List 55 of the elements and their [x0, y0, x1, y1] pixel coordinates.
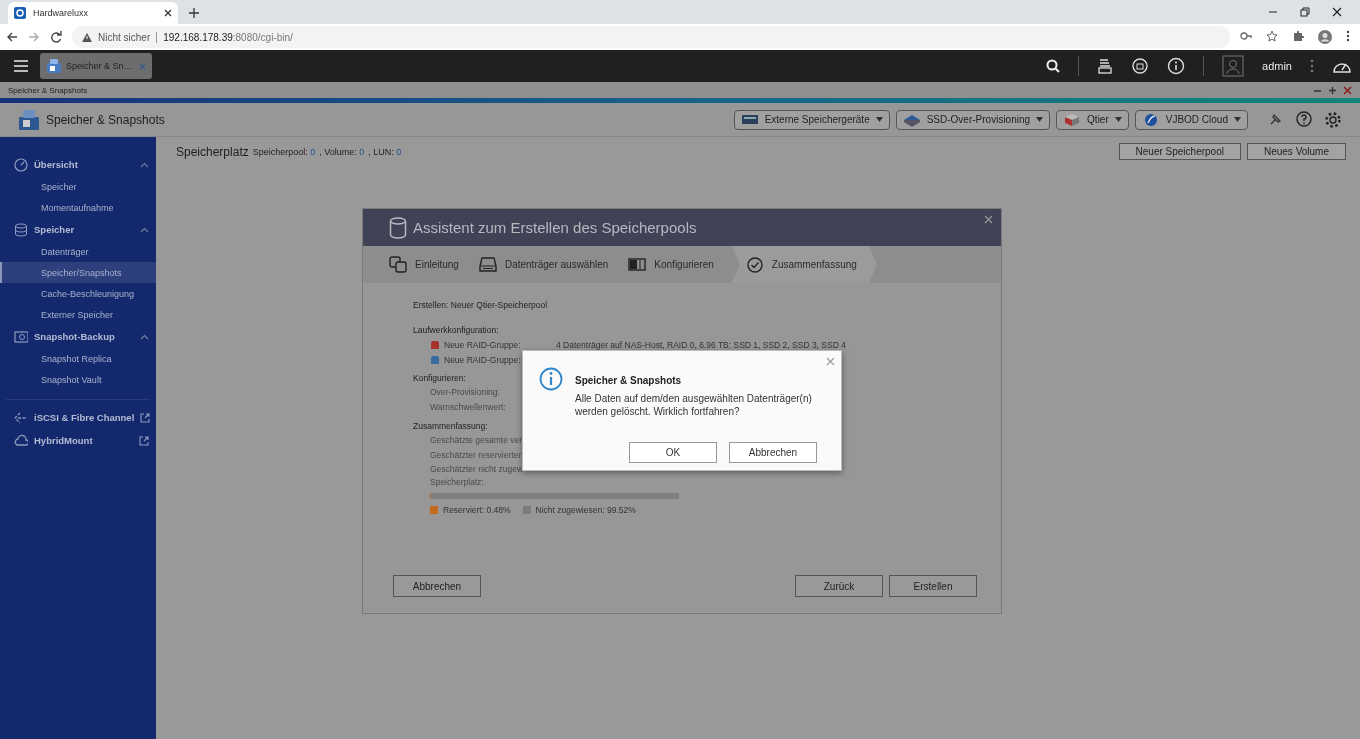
summary-text: Erstellen: Neuer Qtier-Speicherpool	[413, 298, 548, 312]
wizard-step[interactable]: Konfigurieren	[626, 246, 732, 283]
toolbar-dropdown[interactable]: VJBOD Cloud	[1134, 109, 1248, 130]
sidebar-item[interactable]: Datenträger	[0, 241, 156, 262]
section-heading: Zusammenfassung:	[413, 419, 488, 433]
stat-text: , LUN: 0	[368, 146, 402, 157]
browser-tab[interactable]: Hardwareluxx	[8, 2, 178, 24]
cancel-button[interactable]: Abbrechen	[393, 575, 481, 597]
wizard-step[interactable]: Datenträger auswählen	[476, 246, 627, 283]
alert-message: Alle Daten auf dem/den ausgewählten Datenträger(n) werden gelöscht. Wirklich fortfahren?	[575, 392, 813, 418]
section-heading: Konfigurieren:	[413, 371, 466, 385]
sidebar-group[interactable]: Snapshot-Backup	[0, 325, 156, 348]
url-text: 192.168.178.39:8080/cgi-bin/	[163, 31, 293, 43]
sidebar-item[interactable]: Speicher/Snapshots	[0, 262, 156, 283]
dialog-button[interactable]: Zurück	[795, 575, 883, 597]
app-title: Speicher & Snapshots	[46, 112, 165, 127]
sidebar-item[interactable]: Momentaufnahme	[0, 197, 156, 218]
field-label: Geschätzte gesamte ver	[429, 434, 523, 447]
sidebar-group[interactable]: Übersicht	[0, 153, 156, 176]
dialog-title: Assistent zum Erstellen des Speicherpools	[413, 219, 697, 236]
sidebar-item[interactable]: Externer Speicher	[0, 304, 156, 325]
sidebar-group[interactable]: Speicher	[0, 218, 156, 241]
alert-title: Speicher & Snapshots	[575, 375, 683, 386]
address-bar[interactable]: Nicht sicher 192.168.178.39:8080/cgi-bin/	[72, 26, 1230, 48]
toolbar-dropdown[interactable]: Externe Speichergeräte	[733, 109, 890, 130]
dialog-button[interactable]: Erstellen	[889, 575, 977, 597]
page-heading: Speicherplatz	[176, 144, 249, 159]
sidebar-group[interactable]: iSCSI & Fibre Channel	[0, 406, 156, 429]
action-button[interactable]: Neuer Speicherpool	[1118, 143, 1241, 160]
sidebar-group[interactable]: HybridMount	[0, 429, 156, 452]
field-label: Neue RAID-Gruppe:	[444, 339, 521, 350]
sidebar-item[interactable]: Cache-Beschleunigung	[0, 283, 156, 304]
field-value: 4 Datenträger auf NAS-Host, RAID 0, 6.96 TB: SSD 1, SSD 2, SSD 3, SSD 4	[556, 339, 846, 350]
security-warning[interactable]: Nicht sicher	[98, 31, 158, 43]
sidebar-item[interactable]: Snapshot Vault	[0, 369, 156, 390]
toolbar-dropdown[interactable]: SSD-Over-Provisioning	[895, 109, 1051, 130]
dialog-button[interactable]: OK	[629, 442, 717, 463]
section-heading: Laufwerkkonfiguration:	[413, 323, 499, 337]
field-label: Geschätzter reservierter	[429, 449, 522, 462]
wizard-step[interactable]: Einleitung	[387, 246, 477, 283]
wizard-step[interactable]: Zusammenfassung	[731, 246, 877, 283]
stat-text: Speicherpool: 0	[252, 146, 316, 157]
toolbar-dropdown[interactable]: Qtier	[1056, 109, 1129, 130]
dialog-button[interactable]: Abbrechen	[729, 442, 817, 463]
user-menu[interactable]: admin	[1262, 60, 1292, 72]
field-label: Over-Provisioning:	[429, 386, 500, 399]
field-label: Neue RAID-Gruppe:	[444, 354, 521, 365]
legend-label: Reserviert: 0.48%	[443, 505, 511, 515]
field-label: Warnschwellenwert:	[429, 401, 506, 414]
legend-label: Nicht zugewiesen: 99.52%	[535, 505, 636, 515]
window-title: Speicher & Snapshots	[8, 85, 88, 95]
sidebar-item[interactable]: Speicher	[0, 176, 156, 197]
stat-text: , Volume: 0	[319, 146, 365, 157]
action-button[interactable]: Neues Volume	[1246, 143, 1346, 160]
sidebar-item[interactable]: Snapshot Replica	[0, 348, 156, 369]
